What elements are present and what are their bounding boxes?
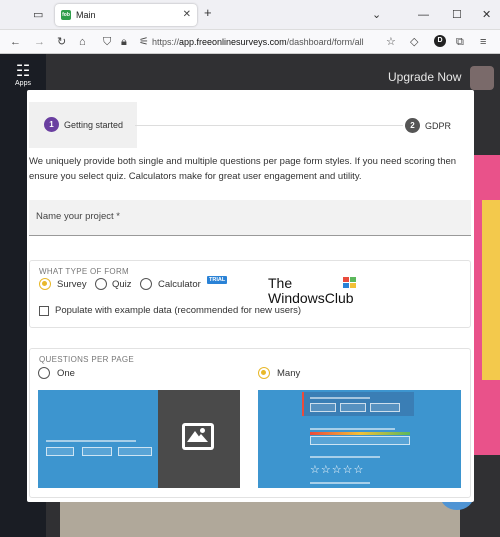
survey-radio[interactable]: [39, 278, 51, 290]
stepper-connector: [135, 125, 403, 126]
step2-label: GDPR: [425, 121, 452, 131]
reload-icon[interactable]: ↻: [57, 35, 66, 49]
url-path: /dashboard/form/all: [286, 37, 364, 47]
preview-question-line: [46, 440, 136, 442]
apps-menu-button[interactable]: ☷ Apps: [12, 63, 34, 88]
step1-number: 1: [44, 117, 59, 132]
questions-per-page-title: QUESTIONS PER PAGE: [39, 355, 135, 364]
address-bar[interactable]: https://app.freeonlinesurveys.com/dashbo…: [100, 33, 375, 51]
forward-icon[interactable]: →: [34, 35, 45, 49]
step1-label: Getting started: [64, 120, 124, 130]
many-label[interactable]: Many: [277, 368, 300, 379]
background-decoration: [482, 200, 500, 380]
profile-d-icon[interactable]: D: [434, 35, 446, 47]
minimize-icon[interactable]: —: [418, 8, 429, 22]
tab-overview-icon[interactable]: ▭: [33, 8, 43, 22]
calculator-label[interactable]: Calculator: [158, 279, 201, 290]
trial-badge: TRIAL: [207, 276, 228, 284]
form-type-card: WHAT TYPE OF FORM Survey Quiz Calculator…: [29, 260, 471, 328]
quiz-radio[interactable]: [95, 278, 107, 290]
tab-title: Main: [76, 10, 96, 20]
pocket-icon[interactable]: ◇: [410, 35, 418, 49]
preview-option: [370, 403, 400, 412]
close-window-icon[interactable]: ✕: [482, 8, 491, 22]
browser-nav-bar: ← → ↻ ⌂ ⛉ 🔒︎ ⚟ https://app.freeonlinesur…: [0, 30, 500, 54]
project-name-placeholder: Name your project *: [36, 211, 120, 222]
one-label[interactable]: One: [57, 368, 75, 379]
preview-option: [46, 447, 74, 456]
step2-number: 2: [405, 118, 420, 133]
browser-tab-bar: ▭ fob Main ✕ + ⌄ — ☐ ✕: [0, 0, 500, 30]
preview-question-line: [310, 397, 370, 399]
favicon-icon: fob: [61, 10, 71, 20]
preview-question-line: [310, 482, 370, 484]
preview-option: [310, 403, 336, 412]
home-icon[interactable]: ⌂: [79, 35, 86, 49]
preview-option: [118, 447, 152, 456]
preview-option: [82, 447, 112, 456]
browser-tab-main[interactable]: fob Main ✕: [55, 4, 197, 26]
close-tab-icon[interactable]: ✕: [183, 9, 191, 20]
preview-option: [340, 403, 366, 412]
maximize-icon[interactable]: ☐: [452, 8, 462, 22]
bookmark-star-icon[interactable]: ☆: [386, 35, 396, 49]
watermark-text: The WindowsClub: [268, 276, 354, 306]
many-per-page-preview[interactable]: ☆☆☆☆☆: [258, 390, 461, 488]
image-icon: [182, 423, 214, 450]
avatar[interactable]: [470, 66, 494, 90]
create-form-dialog: 1 Getting started 2 GDPR We uniquely pro…: [27, 90, 474, 502]
watermark-line1: The: [268, 275, 293, 291]
many-radio[interactable]: [258, 367, 270, 379]
new-tab-icon[interactable]: +: [204, 6, 212, 20]
tab-list-chevron-icon[interactable]: ⌄: [372, 8, 381, 22]
example-data-checkbox[interactable]: [39, 306, 49, 316]
apps-grid-icon: ☷: [15, 63, 31, 80]
upgrade-now-link[interactable]: Upgrade Now: [388, 70, 461, 84]
intro-text: We uniquely provide both single and mult…: [29, 156, 457, 182]
preview-question-line: [310, 428, 395, 430]
step-getting-started[interactable]: 1 Getting started: [29, 102, 137, 148]
preview-scale-bar: [310, 432, 410, 435]
url-host: app.freeonlinesurveys.com: [179, 37, 287, 47]
preview-star-rating: ☆☆☆☆☆: [310, 464, 365, 476]
preview-question-line: [310, 456, 380, 458]
preview-scale-options: [310, 436, 410, 445]
extensions-icon[interactable]: ⧉: [456, 35, 464, 49]
project-name-field[interactable]: Name your project *: [29, 200, 471, 236]
windows-logo-icon: [343, 277, 357, 289]
calculator-radio[interactable]: [140, 278, 152, 290]
apps-label: Apps: [15, 80, 31, 87]
url-prefix: https://: [152, 37, 180, 47]
one-radio[interactable]: [38, 367, 50, 379]
one-per-page-preview[interactable]: [38, 390, 240, 488]
back-icon[interactable]: ←: [10, 35, 21, 49]
watermark-line2: WindowsClub: [268, 290, 354, 306]
form-type-title: WHAT TYPE OF FORM: [39, 267, 129, 276]
menu-icon[interactable]: ≡: [480, 35, 486, 49]
quiz-label[interactable]: Quiz: [112, 279, 132, 290]
example-data-label[interactable]: Populate with example data (recommended …: [55, 305, 301, 316]
survey-label[interactable]: Survey: [57, 279, 87, 290]
